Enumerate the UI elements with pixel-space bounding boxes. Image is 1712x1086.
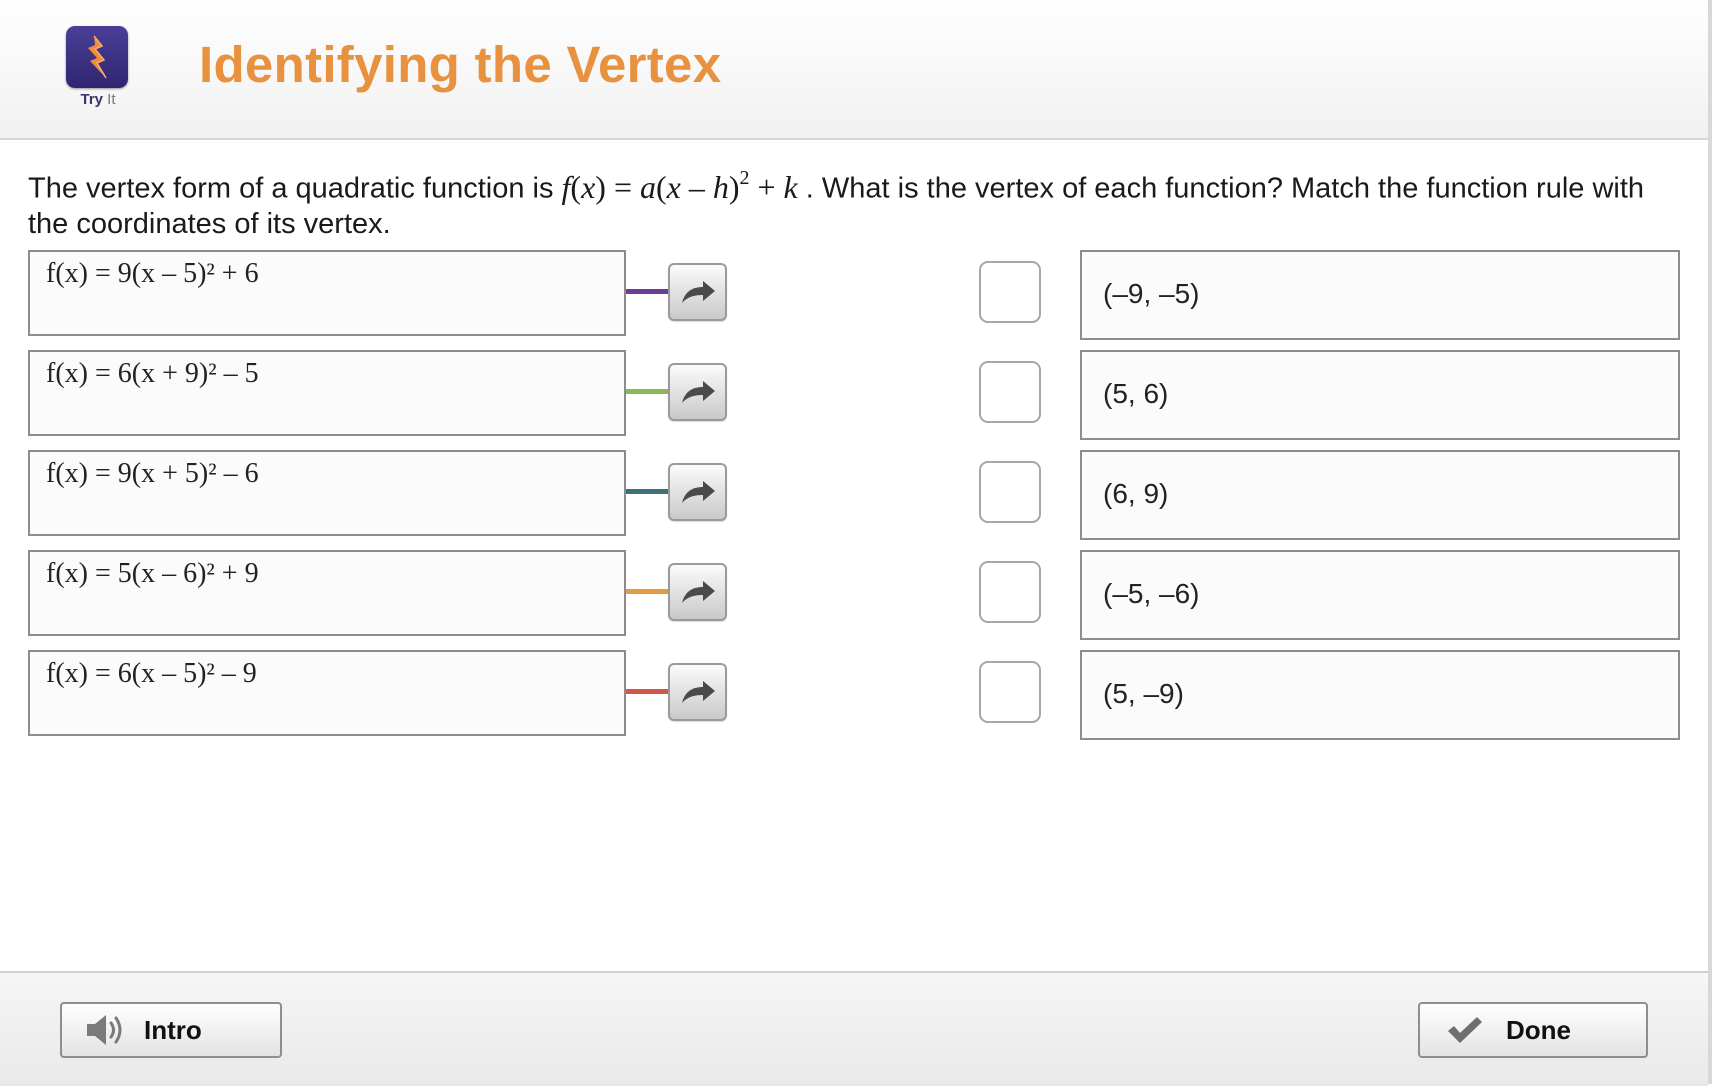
done-button[interactable]: Done <box>1418 1002 1648 1058</box>
connector-line <box>626 589 670 594</box>
vertex-coordinates: (–9, –5) <box>1103 278 1200 309</box>
connector-line <box>626 689 670 694</box>
vertex-coordinates: (5, 6) <box>1103 378 1169 409</box>
curved-arrow-right-icon <box>681 481 715 503</box>
page-title: Identifying the Vertex <box>199 36 722 93</box>
match-drop-box-5[interactable] <box>979 661 1041 723</box>
logo-caption: Try It <box>80 91 116 108</box>
lightning-bolt-icon <box>66 26 128 88</box>
match-arrow-button-1[interactable] <box>668 263 727 321</box>
function-box-1[interactable]: f(x) = 9(x – 5)² + 6 <box>28 250 626 336</box>
match-arrow-button-4[interactable] <box>668 563 727 621</box>
curved-arrow-right-icon <box>681 681 715 703</box>
match-drop-box-1[interactable] <box>979 261 1041 323</box>
function-box-3[interactable]: f(x) = 9(x + 5)² – 6 <box>28 450 626 536</box>
match-drop-box-3[interactable] <box>979 461 1041 523</box>
intro-label: Intro <box>144 1014 202 1045</box>
match-drop-box-2[interactable] <box>979 361 1041 423</box>
match-arrow-button-5[interactable] <box>668 663 727 721</box>
checkmark-icon <box>1446 1015 1484 1045</box>
function-rule: f(x) = 6(x + 9)² – 5 <box>46 358 259 389</box>
function-rule: f(x) = 6(x – 5)² – 9 <box>46 658 257 689</box>
intro-button[interactable]: Intro <box>60 1002 282 1058</box>
function-box-2[interactable]: f(x) = 6(x + 9)² – 5 <box>28 350 626 436</box>
question-prompt: The vertex form of a quadratic function … <box>28 167 1645 240</box>
function-box-4[interactable]: f(x) = 5(x – 6)² + 9 <box>28 550 626 636</box>
vertex-box-1[interactable]: (–9, –5) <box>1080 250 1680 340</box>
curved-arrow-right-icon <box>681 381 715 403</box>
vertex-box-2[interactable]: (5, 6) <box>1080 350 1680 440</box>
vertex-coordinates: (6, 9) <box>1103 478 1169 509</box>
vertex-box-3[interactable]: (6, 9) <box>1080 450 1680 540</box>
function-rule: f(x) = 9(x – 5)² + 6 <box>46 258 259 289</box>
footer-bar: Intro Done <box>0 971 1708 1086</box>
function-box-5[interactable]: f(x) = 6(x – 5)² – 9 <box>28 650 626 736</box>
connector-line <box>626 389 670 394</box>
curved-arrow-right-icon <box>681 281 715 303</box>
curved-arrow-right-icon <box>681 581 715 603</box>
vertex-box-5[interactable]: (5, –9) <box>1080 650 1680 740</box>
done-label: Done <box>1506 1014 1571 1045</box>
speaker-icon <box>84 1010 126 1050</box>
match-drop-box-4[interactable] <box>979 561 1041 623</box>
header-bar: Try It Identifying the Vertex <box>0 0 1708 140</box>
vertex-coordinates: (–5, –6) <box>1103 578 1200 609</box>
function-rule: f(x) = 9(x + 5)² – 6 <box>46 458 259 489</box>
right-border <box>1708 0 1712 1084</box>
vertex-box-4[interactable]: (–5, –6) <box>1080 550 1680 640</box>
vertex-coordinates: (5, –9) <box>1103 678 1184 709</box>
match-arrow-button-3[interactable] <box>668 463 727 521</box>
match-arrow-button-2[interactable] <box>668 363 727 421</box>
connector-line <box>626 489 670 494</box>
function-rule: f(x) = 5(x – 6)² + 9 <box>46 558 259 589</box>
connector-line <box>626 289 670 294</box>
try-it-logo: Try It <box>66 26 130 108</box>
